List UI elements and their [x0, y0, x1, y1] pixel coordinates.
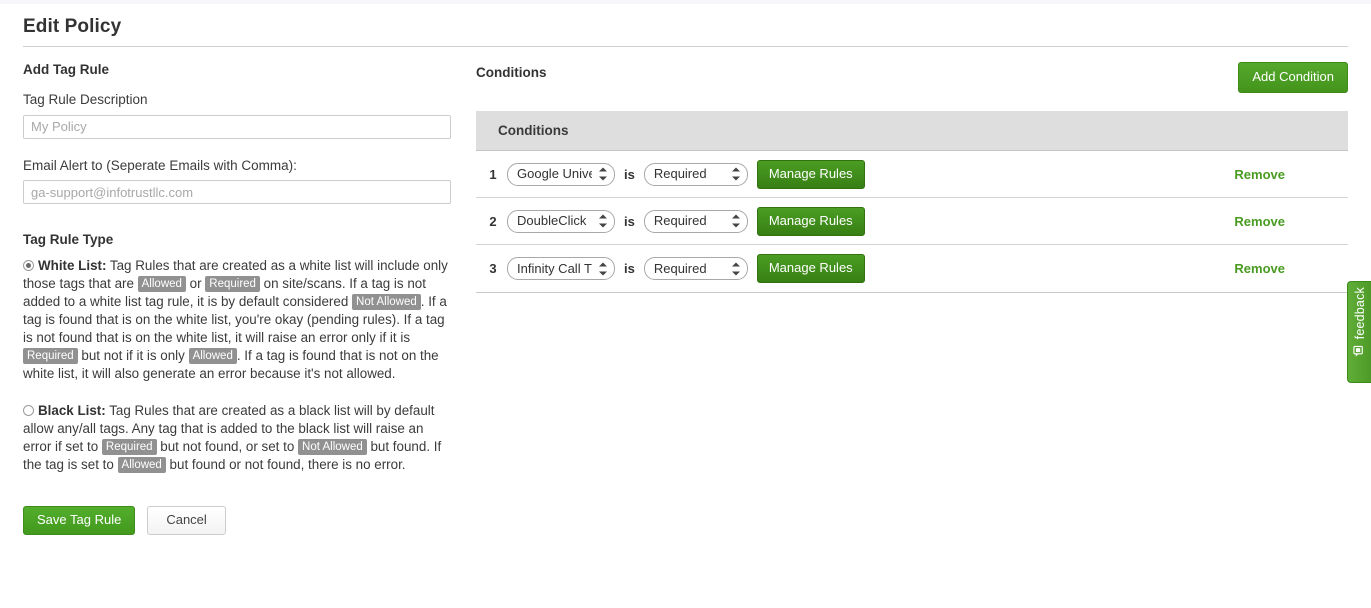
black-list-label: Black List: — [38, 403, 106, 419]
manage-rules-button[interactable]: Manage Rules — [756, 254, 865, 283]
table-row: 1 Google Univers is Required Manage Rule… — [476, 151, 1348, 198]
state-select[interactable]: Required — [643, 257, 748, 280]
email-alert-label: Email Alert to (Seperate Emails with Com… — [23, 157, 297, 173]
add-condition-button[interactable]: Add Condition — [1238, 62, 1348, 93]
badge-allowed-3: Allowed — [117, 457, 166, 474]
white-list-text-2: or — [185, 276, 206, 292]
tag-rule-description-input[interactable] — [23, 114, 451, 139]
badge-required: Required — [205, 276, 260, 293]
badge-allowed: Allowed — [137, 276, 186, 293]
row-number: 3 — [489, 261, 497, 276]
is-label: is — [624, 261, 635, 276]
state-select-wrap[interactable]: Required — [643, 257, 748, 280]
table-row: 2 DoubleClick is Required Manage Rules R… — [476, 198, 1348, 245]
conditions-title: Conditions — [476, 65, 547, 80]
badge-not-allowed-2: Not Allowed — [298, 439, 367, 456]
feedback-label: feedback — [1352, 287, 1367, 340]
radio-option-black-list[interactable]: Black List: Tag Rules that are created a… — [23, 402, 451, 474]
feedback-tab[interactable]: feedback — [1347, 281, 1371, 383]
remove-condition-link[interactable]: Remove — [1234, 167, 1285, 182]
state-select[interactable]: Required — [643, 209, 748, 233]
conditions-header: Conditions Add Condition — [476, 62, 1348, 98]
tag-select-wrap[interactable]: DoubleClick — [507, 209, 615, 233]
white-list-label: White List: — [38, 258, 107, 274]
conditions-table: Conditions 1 Google Univers is Required … — [476, 111, 1348, 293]
badge-not-allowed: Not Allowed — [352, 294, 421, 311]
state-select-wrap[interactable]: Required — [643, 162, 748, 186]
table-row: 3 Infinity Call Tra is Required Manage R… — [476, 245, 1348, 292]
tag-rule-type-heading: Tag Rule Type — [23, 232, 114, 248]
black-list-text-4: but found or not found, there is no erro… — [165, 457, 406, 473]
badge-required-2: Required — [23, 348, 78, 365]
row-number: 1 — [489, 166, 497, 182]
manage-rules-button[interactable]: Manage Rules — [756, 206, 865, 236]
radio-option-white-list[interactable]: White List: Tag Rules that are created a… — [23, 257, 451, 383]
save-tag-rule-button[interactable]: Save Tag Rule — [23, 506, 136, 536]
add-tag-rule-panel: Add Tag Rule Tag Rule Description Email … — [23, 62, 451, 536]
page-title: Edit Policy — [23, 16, 122, 37]
add-tag-rule-heading: Add Tag Rule — [23, 62, 109, 77]
radio-black-list-icon[interactable] — [23, 405, 34, 417]
row-number: 2 — [489, 213, 497, 229]
state-select-wrap[interactable]: Required — [643, 209, 748, 233]
tag-select[interactable]: Infinity Call Tra — [507, 257, 615, 280]
email-alert-input[interactable] — [23, 180, 451, 205]
conditions-panel: Conditions Add Condition Conditions 1 Go… — [476, 62, 1348, 293]
tag-select-wrap[interactable]: Google Univers — [507, 162, 615, 186]
cancel-button[interactable]: Cancel — [147, 506, 226, 536]
radio-white-list-icon[interactable] — [23, 260, 34, 272]
top-strip — [0, 0, 1371, 4]
title-divider — [23, 46, 1348, 47]
badge-required-3: Required — [101, 439, 157, 456]
state-select[interactable]: Required — [643, 162, 748, 186]
manage-rules-button[interactable]: Manage Rules — [756, 159, 865, 189]
form-actions: Save Tag Rule Cancel — [23, 506, 451, 536]
is-label: is — [624, 213, 635, 229]
tag-select-wrap[interactable]: Infinity Call Tra — [507, 257, 615, 280]
is-label: is — [624, 166, 635, 182]
comment-icon — [1353, 345, 1366, 361]
remove-condition-link[interactable]: Remove — [1234, 261, 1285, 276]
white-list-text-5: but not if it is only — [77, 348, 189, 364]
edit-policy-page: Edit Policy Add Tag Rule Tag Rule Descri… — [0, 0, 1371, 608]
conditions-table-header: Conditions — [476, 111, 1348, 151]
tag-select[interactable]: Google Univers — [507, 162, 615, 186]
tag-rule-description-label: Tag Rule Description — [23, 92, 148, 107]
black-list-text-2: but not found, or set to — [156, 439, 299, 455]
tag-select[interactable]: DoubleClick — [507, 209, 615, 233]
remove-condition-link[interactable]: Remove — [1234, 214, 1285, 229]
badge-allowed-2: Allowed — [188, 348, 237, 365]
